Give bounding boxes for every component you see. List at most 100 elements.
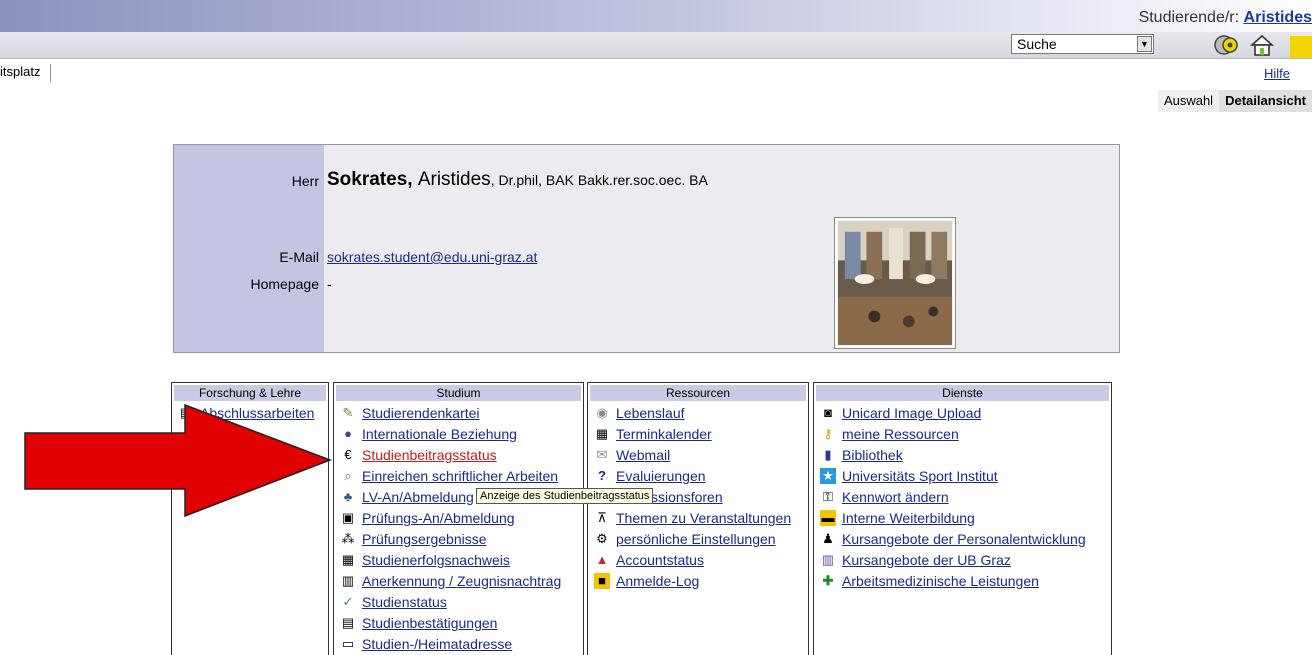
email-label: E-Mail (279, 249, 319, 265)
menu-link-studienstatus[interactable]: Studienstatus (362, 594, 447, 610)
status-icon: ✓ (342, 594, 354, 609)
list-item: ▭ Studien-/Heimatadresse (334, 634, 583, 655)
menu-link-terminkalender[interactable]: Terminkalender (616, 426, 712, 442)
menu-link-meine-ressourcen[interactable]: meine Ressourcen (842, 426, 959, 442)
list-item: ▮ Bibliothek (814, 445, 1111, 466)
menu-link-kennwort-aendern[interactable]: Kennwort ändern (842, 489, 949, 505)
globe-icon: ● (344, 426, 352, 441)
tab-detailansicht[interactable]: Detailansicht (1219, 90, 1312, 112)
list-item: ? Evaluierungen (588, 466, 808, 487)
tab-auswahl[interactable]: Auswahl (1158, 90, 1219, 112)
menu-link-persoenliche-einstellungen[interactable]: persönliche Einstellungen (616, 531, 776, 547)
key-icon: ⚷ (823, 426, 833, 441)
menu-ressourcen-title: Ressourcen (590, 385, 806, 401)
menu-link-anmelde-log[interactable]: Anmelde-Log (616, 573, 699, 589)
menu-dienste: Dienste ◙ Unicard Image Upload ⚷ meine Res… (813, 382, 1112, 655)
list-item: ◉ Lebenslauf (588, 403, 808, 424)
list-item: ⚿ Kennwort ändern (814, 487, 1111, 508)
mail-icon: ✉ (596, 447, 608, 462)
menu-link-bibliothek[interactable]: Bibliothek (842, 447, 903, 463)
menu-link-lebenslauf[interactable]: Lebenslauf (616, 405, 685, 421)
list-item: ✚ Arbeitsmedizinische Leistungen (814, 571, 1111, 592)
menu-link-themen-veranstaltungen[interactable]: Themen zu Veranstaltungen (616, 510, 791, 526)
camera-icon: ◙ (824, 405, 832, 420)
help-link[interactable]: Hilfe (1264, 66, 1290, 81)
list-item: ✉ Webmail (588, 445, 808, 466)
list-item: ▤ Studienbestätigungen (334, 613, 583, 634)
list-item: ♟ Kursangebote der Personalentwicklung (814, 529, 1111, 550)
first-name: Aristides (417, 169, 491, 190)
password-key-icon: ⚿ (823, 489, 833, 504)
menu-link-lv-anmeldung[interactable]: LV-An/Abmeldung (362, 489, 474, 505)
card-file-icon: ✎ (342, 405, 354, 420)
menu-link-anerkennung[interactable]: Anerkennung / Zeugnisnachtrag (362, 573, 561, 589)
list-item: ▬ Interne Weiterbildung (814, 508, 1111, 529)
list-item: ★ Universitäts Sport Institut (814, 466, 1111, 487)
menu-link-arbeitsmedizin[interactable]: Arbeitsmedizinische Leistungen (842, 573, 1039, 589)
menu-link-evaluierungen[interactable]: Evaluierungen (616, 468, 706, 484)
list-item: € Studienbeitragsstatus (334, 445, 583, 466)
list-item: ■ Anmelde-Log (588, 571, 808, 592)
search-select[interactable]: Suche ▼ (1011, 34, 1154, 54)
user-label: Studierende/r: Aristides (1139, 9, 1312, 27)
menu-forschung-lehre: Forschung & Lehre ▤ Abschlussarbeiten (171, 382, 329, 655)
document-icon: ▤ (179, 405, 193, 420)
academic-titles: , Dr.phil, BAK Bakk.rer.soc.oec. BA (490, 172, 708, 188)
sport-icon: ★ (820, 468, 836, 484)
address-icon: ▭ (341, 636, 355, 651)
tab-arbeitsplatz[interactable]: itsplatz (0, 64, 52, 82)
menu-link-abschlussarbeiten[interactable]: Abschlussarbeiten (200, 405, 314, 421)
top-banner (0, 0, 1312, 32)
menu-link-studienbeitragsstatus[interactable]: Studienbeitragsstatus (362, 447, 497, 463)
library-icon: ▮ (824, 447, 832, 462)
list-item: ⁂ Prüfungsergebnisse (334, 529, 583, 550)
menu-link-interne-weiterbildung[interactable]: Interne Weiterbildung (842, 510, 975, 526)
settings-icon: ⚙ (596, 531, 608, 546)
homepage-label: Homepage (250, 276, 320, 292)
cv-icon: ◉ (596, 405, 608, 420)
menu-link-sport-institut[interactable]: Universitäts Sport Institut (842, 468, 998, 484)
menu-ressourcen: Ressourcen ◉ Lebenslauf ▦ Terminkalender ✉… (587, 382, 809, 655)
menu-link-studienerfolgsnachweis[interactable]: Studienerfolgsnachweis (362, 552, 510, 568)
menu-link-kursangebote-personalentwicklung[interactable]: Kursangebote der Personalentwicklung (842, 531, 1086, 547)
menu-link-accountstatus[interactable]: Accountstatus (616, 552, 704, 568)
list-item: ▲ Accountstatus (588, 550, 808, 571)
search-select-value: Suche (1017, 36, 1057, 52)
medical-cross-icon: ✚ (822, 573, 834, 588)
menu-studium: Studium ✎ Studierendenkartei ● Internation… (333, 382, 584, 655)
menu-link-kursangebote-ub[interactable]: Kursangebote der UB Graz (842, 552, 1011, 568)
menu-link-unicard-upload[interactable]: Unicard Image Upload (842, 405, 981, 421)
logout-icon[interactable] (1290, 36, 1312, 58)
menu-link-studienbestaetigungen[interactable]: Studienbestätigungen (362, 615, 497, 631)
list-item: ▦ Terminkalender (588, 424, 808, 445)
person-icon: ♟ (822, 531, 834, 546)
menu-link-webmail[interactable]: Webmail (616, 447, 670, 463)
euro-icon: € (344, 447, 352, 462)
chevron-down-icon[interactable]: ▼ (1137, 36, 1152, 52)
account-icon: ▲ (595, 552, 609, 567)
training-icon: ▬ (820, 510, 836, 526)
presentation-icon: ⊼ (597, 510, 607, 525)
menu-link-pruefungs-anmeldung[interactable]: Prüfungs-An/Abmeldung (362, 510, 515, 526)
homepage-value: - (327, 276, 332, 292)
confirmation-document-icon: ▤ (341, 615, 355, 630)
menu-forschung-title: Forschung & Lehre (174, 385, 326, 401)
person-card: Herr Sokrates, Aristides, Dr.phil, BAK B… (173, 144, 1120, 353)
person-name: Sokrates, Aristides, Dr.phil, BAK Bakk.r… (327, 169, 708, 191)
menu-link-heimatadresse[interactable]: Studien-/Heimatadresse (362, 636, 512, 652)
email-link[interactable]: sokrates.student@edu.uni-graz.at (327, 249, 537, 265)
menu-link-studierendenkartei[interactable]: Studierendenkartei (362, 405, 480, 421)
home-icon[interactable] (1250, 34, 1274, 56)
menu-link-pruefungsergebnisse[interactable]: Prüfungsergebnisse (362, 531, 487, 547)
menu-link-einreichen-arbeiten[interactable]: Einreichen schriftlicher Arbeiten (362, 468, 558, 484)
last-name: Sokrates, (327, 169, 413, 190)
user-name-link[interactable]: Aristides (1244, 9, 1312, 26)
profile-photo (834, 217, 956, 349)
list-item: ⊼ Themen zu Veranstaltungen (588, 508, 808, 529)
keys-icon[interactable] (1213, 33, 1243, 57)
menu-link-internationale-beziehung[interactable]: Internationale Beziehung (362, 426, 517, 442)
list-item: ✓ Studienstatus (334, 592, 583, 613)
lock-icon: ■ (594, 573, 610, 589)
menu-dienste-title: Dienste (816, 385, 1109, 401)
list-item: ● Internationale Beziehung (334, 424, 583, 445)
